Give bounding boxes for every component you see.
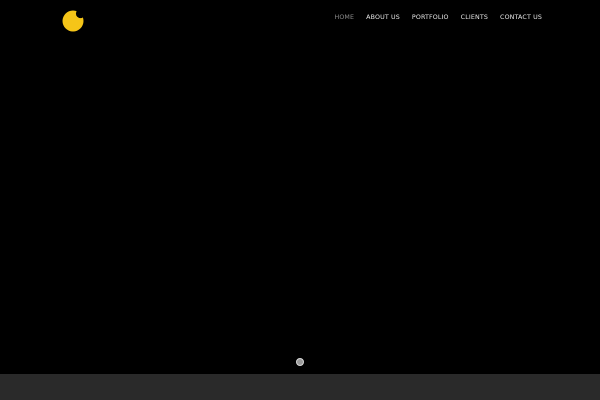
logo-icon[interactable] [62,10,84,32]
nav-item-clients[interactable]: CLIENTS [455,13,494,23]
page: HOME ABOUT US PORTFOLIO CLIENTS CONTACT … [0,0,600,400]
nav-item-home[interactable]: HOME [328,13,360,23]
nav-item-about-us[interactable]: ABOUT US [360,13,406,23]
main-nav: HOME ABOUT US PORTFOLIO CLIENTS CONTACT … [328,13,548,23]
hero-slider [0,36,600,374]
slider-dot[interactable] [296,358,304,366]
nav-item-contact-us[interactable]: CONTACT US [494,13,548,23]
nav-item-portfolio[interactable]: PORTFOLIO [406,13,455,23]
footer-band [0,374,600,400]
site-header: HOME ABOUT US PORTFOLIO CLIENTS CONTACT … [0,0,600,36]
